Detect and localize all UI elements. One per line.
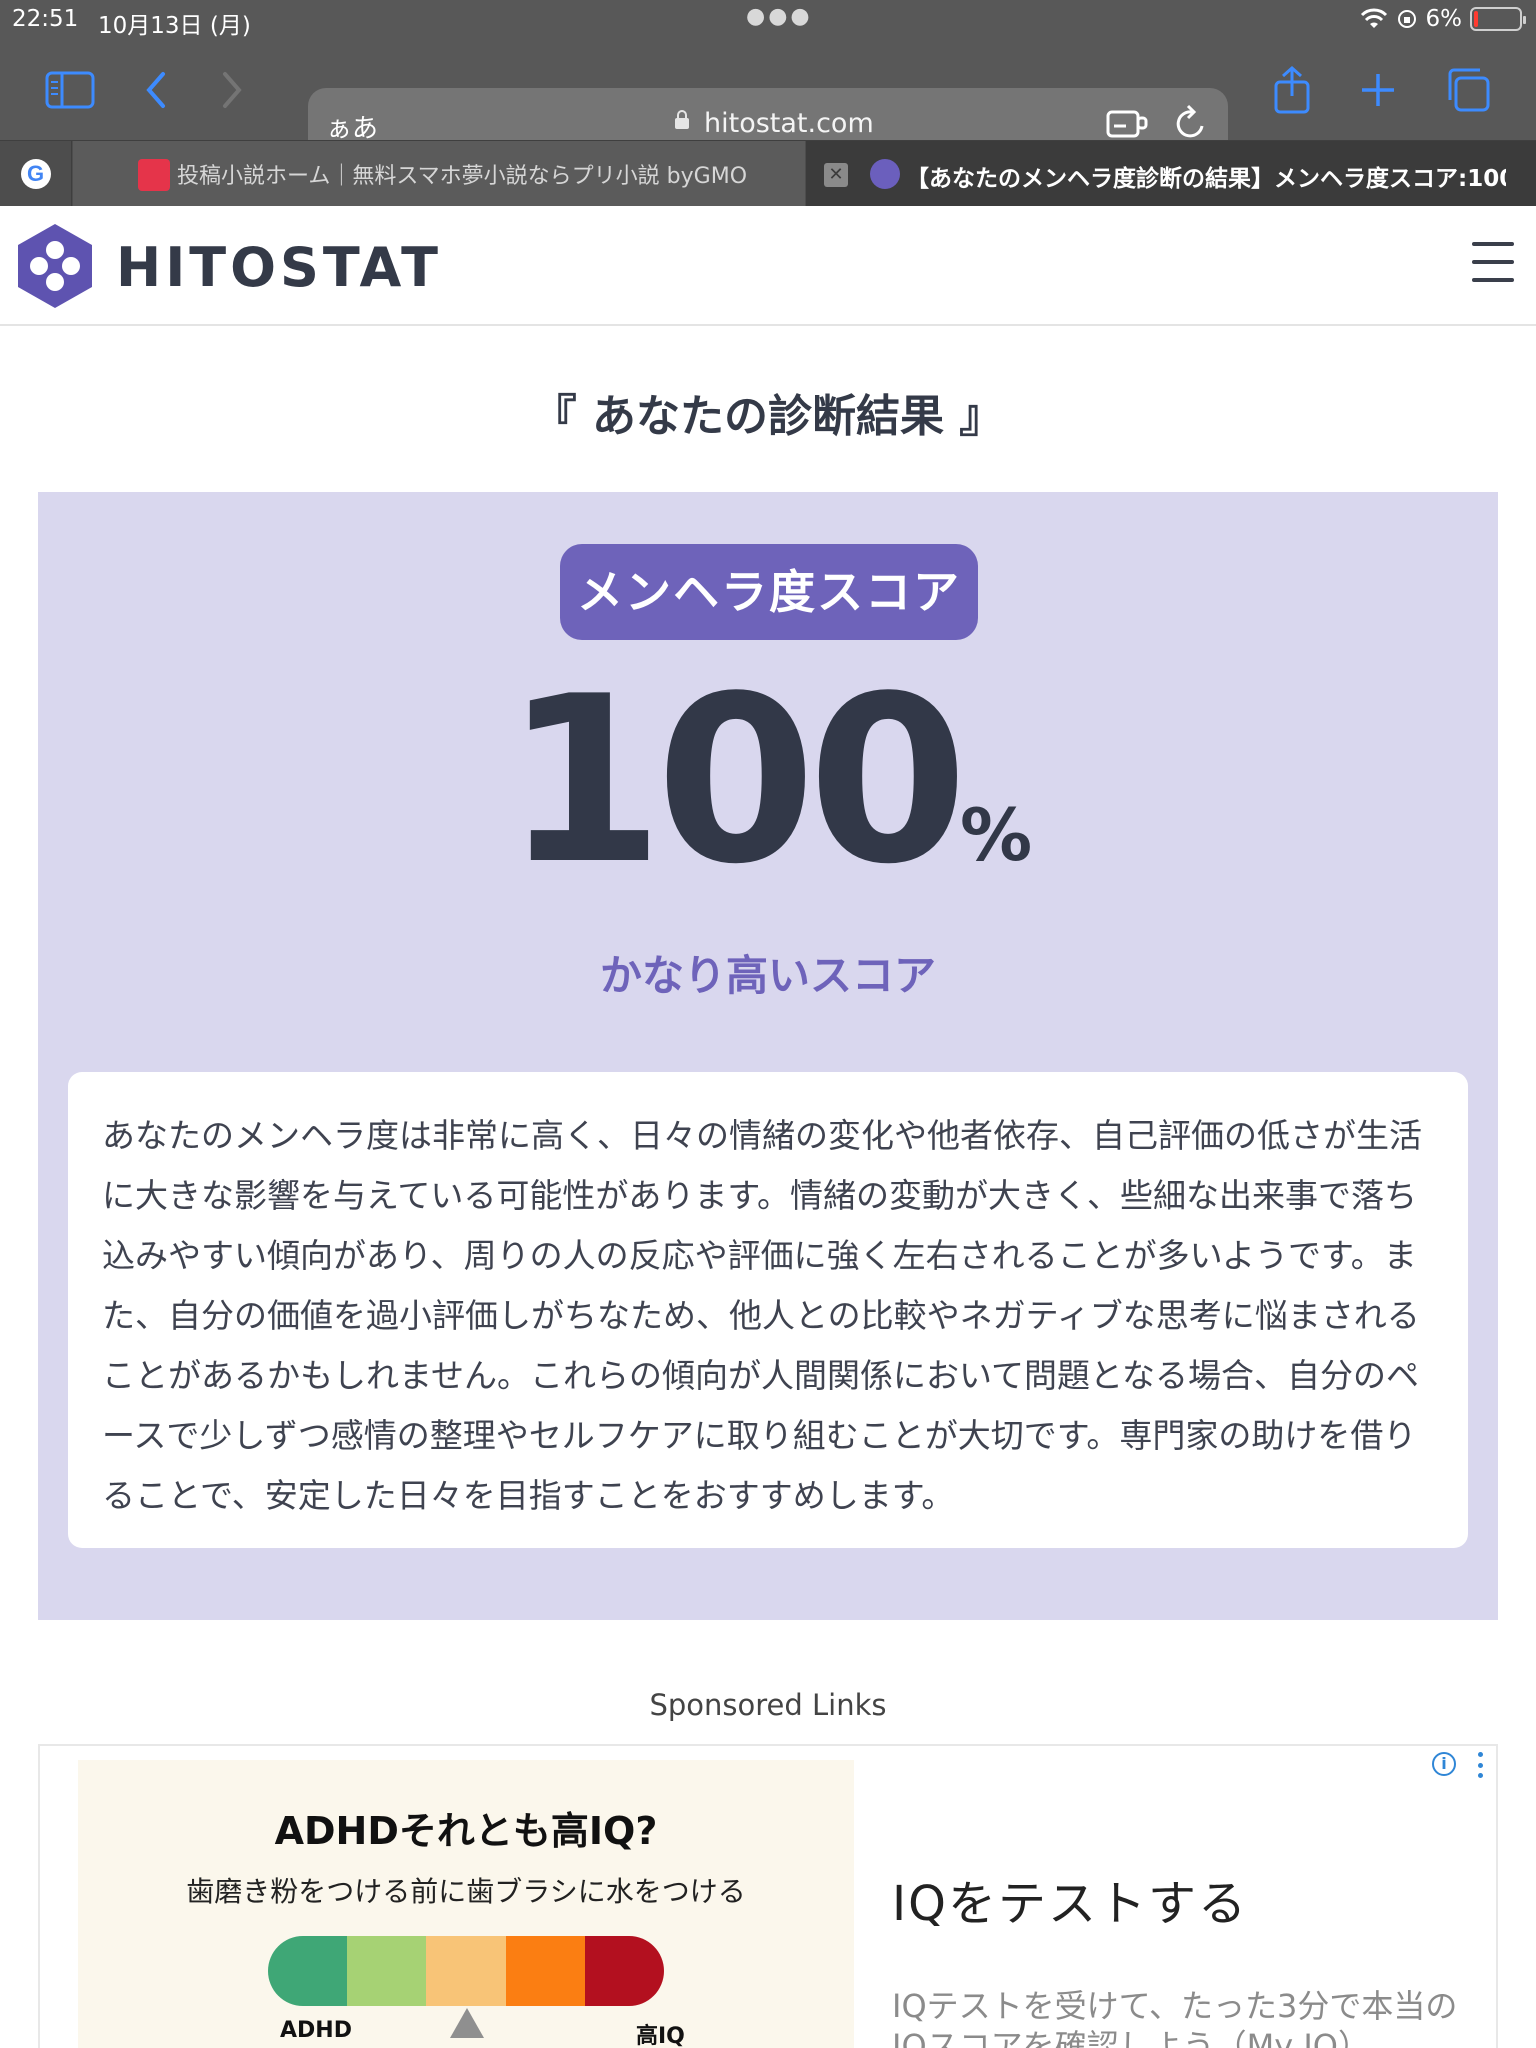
lock-icon	[675, 110, 689, 129]
wifi-icon	[1360, 8, 1387, 28]
status-date: 10月13日 (月)	[98, 13, 251, 39]
ad-unit[interactable]: ADHDそれとも高IQ? 歯磨き粉をつける前に歯ブラシに水をつける ADHD 高…	[38, 1744, 1498, 2048]
hitostat-favicon-icon	[870, 159, 900, 189]
ad-body: IQテストを受けて、たった3分で本当のIQスコアを確認しよう（My IQ）	[892, 1987, 1458, 2048]
scale-segment	[505, 1936, 585, 2006]
hitostat-logo-icon[interactable]	[16, 222, 94, 310]
score-level: かなり高いスコア	[599, 951, 936, 1000]
status-time: 22:51	[12, 6, 79, 32]
score-badge: メンヘラ度スコア	[560, 544, 978, 640]
scale-segment	[347, 1936, 427, 2006]
site-header: HITOSTAT	[0, 206, 1536, 326]
ad-color-scale	[268, 1936, 664, 2006]
new-tab-icon[interactable]	[1346, 58, 1410, 122]
battery-percent: 6%	[1425, 6, 1463, 32]
ad-image[interactable]: ADHDそれとも高IQ? 歯磨き粉をつける前に歯ブラシに水をつける ADHD 高…	[78, 1760, 854, 2048]
forward-icon[interactable]	[200, 58, 264, 122]
multitasking-dots-icon[interactable]: ●●●	[746, 4, 813, 29]
ad-more-options-icon[interactable]	[1478, 1752, 1484, 1778]
status-bar: 22:51 10月13日 (月) ●●● 6%	[0, 0, 1536, 40]
puri-favicon-icon	[138, 159, 170, 191]
page-title: 『 あなたの診断結果 』	[532, 391, 1004, 442]
scale-segment	[268, 1936, 348, 2006]
tab-title: 投稿小説ホーム｜無料スマホ夢小説ならプリ小説 byGMO	[177, 164, 748, 189]
ad-image-headline: ADHDそれとも高IQ?	[274, 1809, 658, 1853]
close-tab-icon[interactable]: ✕	[824, 163, 848, 187]
score-unit: %	[959, 793, 1033, 877]
ad-headline[interactable]: IQをテストする	[892, 1864, 1248, 1934]
status-right: 6%	[1360, 6, 1526, 32]
scale-segment	[584, 1936, 664, 2006]
tab-bar: G 投稿小説ホーム｜無料スマホ夢小説ならプリ小説 byGMO ✕ 【あなたのメン…	[0, 140, 1536, 207]
back-icon[interactable]	[124, 58, 188, 122]
scale-pointer-icon	[450, 2008, 484, 2038]
tab-overview-icon[interactable]	[1436, 58, 1500, 122]
site-logo-text[interactable]: HITOSTAT	[116, 236, 442, 299]
ad-info-icon[interactable]: i	[1432, 1752, 1456, 1776]
scale-label-right: 高IQ	[636, 2024, 685, 2048]
score-display: 100%	[38, 667, 1498, 897]
result-description: あなたのメンヘラ度は非常に高く、日々の情緒の変化や他者依存、自己評価の低さが生活…	[68, 1072, 1468, 1548]
tab-hitostat-active[interactable]: ✕ 【あなたのメンヘラ度診断の結果】メンヘラ度スコア:100...	[806, 141, 1536, 207]
share-icon[interactable]	[1260, 58, 1324, 122]
orientation-lock-icon	[1397, 10, 1416, 28]
tab-title: 【あなたのメンヘラ度診断の結果】メンヘラ度スコア:100...	[906, 166, 1506, 192]
tab-puri-shosetsu[interactable]: 投稿小説ホーム｜無料スマホ夢小説ならプリ小説 byGMO	[73, 141, 805, 207]
sidebar-toggle-icon[interactable]	[38, 58, 102, 122]
google-icon: G	[20, 159, 51, 189]
result-panel: メンヘラ度スコア 100% かなり高いスコア あなたのメンヘラ度は非常に高く、日…	[38, 492, 1498, 1620]
score-number: 100	[503, 648, 968, 915]
scale-label-left: ADHD	[280, 2018, 352, 2043]
hamburger-menu-icon[interactable]	[1472, 242, 1514, 282]
url-domain: hitostat.com	[704, 108, 874, 139]
scale-segment	[426, 1936, 506, 2006]
battery-icon	[1470, 7, 1526, 31]
tab-google[interactable]: G	[0, 141, 72, 207]
sponsored-label: Sponsored Links	[649, 1688, 887, 1722]
ad-image-subtext: 歯磨き粉をつける前に歯ブラシに水をつける	[186, 1875, 746, 1908]
browser-toolbar: ぁあ hitostat.com	[0, 40, 1536, 160]
